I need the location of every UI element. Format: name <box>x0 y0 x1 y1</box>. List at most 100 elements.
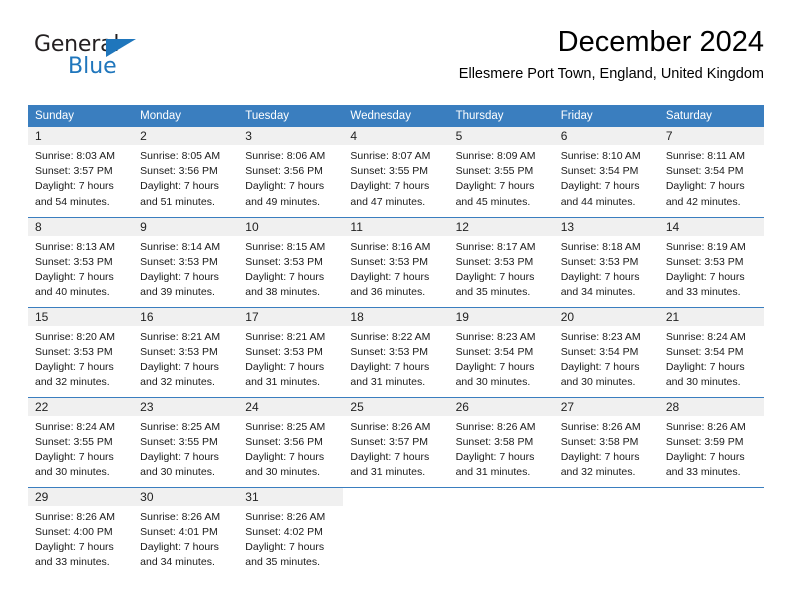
day-sunset-text: Sunset: 3:56 PM <box>245 435 323 448</box>
calendar-day-cell[interactable]: 28 Sunrise: 8:26 AM Sunset: 3:59 PM Dayligh… <box>658 396 764 487</box>
calendar-page: General Blue December 2024 Ellesmere Por… <box>0 0 792 612</box>
calendar-day-cell[interactable]: 30 Sunrise: 8:26 AM Sunset: 4:01 PM Dayligh… <box>133 486 239 577</box>
calendar-day-cell[interactable]: 11 Sunrise: 8:16 AM Sunset: 3:53 PM Dayligh… <box>343 216 449 307</box>
day-sunset-text: Sunset: 3:54 PM <box>560 345 639 358</box>
day-number: 8 <box>28 217 134 236</box>
day-details: Sunrise: 8:21 AM Sunset: 3:53 PM Daylight:… <box>133 326 238 391</box>
day-daylight2-text: and 30 minutes. <box>455 376 531 389</box>
day-number: 1 <box>28 127 134 145</box>
calendar-day-cell[interactable]: 12 Sunrise: 8:17 AM Sunset: 3:53 PM Dayligh… <box>448 216 554 307</box>
day-sunset-text: Sunset: 3:53 PM <box>35 345 113 358</box>
calendar-day-cell[interactable]: 10 Sunrise: 8:15 AM Sunset: 3:53 PM Dayligh… <box>238 216 344 307</box>
day-sunset-text: Sunset: 3:59 PM <box>665 435 744 448</box>
day-details <box>554 506 659 510</box>
calendar-day-cell[interactable]: 13 Sunrise: 8:18 AM Sunset: 3:53 PM Dayligh… <box>553 216 659 307</box>
calendar-day-cell[interactable]: 9 Sunrise: 8:14 AM Sunset: 3:53 PM Daylight… <box>133 216 239 307</box>
day-number: 11 <box>343 217 449 236</box>
calendar-day-cell[interactable]: 16 Sunrise: 8:21 AM Sunset: 3:53 PM Dayligh… <box>133 306 239 397</box>
day-daylight1-text: Daylight: 7 hours <box>140 270 219 283</box>
day-daylight2-text: and 31 minutes. <box>245 376 320 389</box>
day-sunrise-text: Sunrise: 8:14 AM <box>140 240 221 253</box>
day-sunrise-text: Sunrise: 8:26 AM <box>35 510 115 523</box>
day-details <box>343 506 448 510</box>
day-sunrise-text: Sunrise: 8:10 AM <box>560 150 641 162</box>
calendar-day-cell[interactable]: 2 Sunrise: 8:05 AM Sunset: 3:56 PM Daylight… <box>133 127 239 217</box>
calendar-day-cell[interactable]: 6 Sunrise: 8:10 AM Sunset: 3:54 PM Daylight… <box>553 127 659 217</box>
day-daylight1-text: Daylight: 7 hours <box>245 450 325 463</box>
calendar-day-cell[interactable]: 26 Sunrise: 8:26 AM Sunset: 3:58 PM Dayligh… <box>448 396 554 487</box>
day-details: Sunrise: 8:13 AM Sunset: 3:53 PM Daylight:… <box>28 236 133 301</box>
calendar-day-cell[interactable]: 27 Sunrise: 8:26 AM Sunset: 3:58 PM Dayligh… <box>553 396 659 487</box>
day-details: Sunrise: 8:21 AM Sunset: 3:53 PM Daylight:… <box>238 326 343 391</box>
calendar-day-cell[interactable]: 20 Sunrise: 8:23 AM Sunset: 3:54 PM Dayligh… <box>553 306 659 397</box>
calendar-day-cell[interactable]: 21 Sunrise: 8:24 AM Sunset: 3:54 PM Dayligh… <box>658 306 764 397</box>
day-daylight1-text: Daylight: 7 hours <box>455 270 535 283</box>
day-daylight2-text: and 35 minutes. <box>455 286 531 299</box>
calendar-day-cell[interactable]: 19 Sunrise: 8:23 AM Sunset: 3:54 PM Dayligh… <box>448 306 554 397</box>
day-number <box>449 488 554 506</box>
calendar-day-cell[interactable]: 18 Sunrise: 8:22 AM Sunset: 3:53 PM Dayligh… <box>343 306 449 397</box>
page-title: December 2024 <box>557 26 764 58</box>
day-daylight2-text: and 45 minutes. <box>455 195 531 208</box>
day-sunrise-text: Sunrise: 8:05 AM <box>140 150 221 162</box>
day-details: Sunrise: 8:22 AM Sunset: 3:53 PM Daylight:… <box>343 326 448 391</box>
calendar-day-cell[interactable]: 23 Sunrise: 8:25 AM Sunset: 3:55 PM Dayligh… <box>133 396 239 487</box>
day-details: Sunrise: 8:05 AM Sunset: 3:56 PM Daylight:… <box>133 145 238 210</box>
day-daylight1-text: Daylight: 7 hours <box>665 360 745 373</box>
day-details: Sunrise: 8:26 AM Sunset: 3:58 PM Daylight:… <box>449 416 554 481</box>
day-sunrise-text: Sunrise: 8:24 AM <box>665 330 746 343</box>
day-daylight1-text: Daylight: 7 hours <box>245 540 325 553</box>
calendar-body: 1 Sunrise: 8:03 AM Sunset: 3:57 PM Daylight… <box>28 127 764 577</box>
day-number <box>343 488 448 506</box>
day-sunrise-text: Sunrise: 8:26 AM <box>140 510 221 523</box>
calendar-day-cell-empty <box>448 486 554 577</box>
calendar-day-cell[interactable]: 1 Sunrise: 8:03 AM Sunset: 3:57 PM Daylight… <box>28 127 134 217</box>
day-daylight1-text: Daylight: 7 hours <box>455 360 535 373</box>
day-details: Sunrise: 8:24 AM Sunset: 3:55 PM Daylight:… <box>28 416 133 481</box>
day-daylight2-text: and 32 minutes. <box>35 376 110 389</box>
day-number: 16 <box>133 307 239 326</box>
day-daylight2-text: and 40 minutes. <box>35 286 110 299</box>
calendar-day-cell[interactable]: 8 Sunrise: 8:13 AM Sunset: 3:53 PM Daylight… <box>28 216 134 307</box>
calendar-day-cell[interactable]: 4 Sunrise: 8:07 AM Sunset: 3:55 PM Daylight… <box>343 127 449 217</box>
day-daylight2-text: and 30 minutes. <box>140 466 215 479</box>
day-details: Sunrise: 8:11 AM Sunset: 3:54 PM Daylight:… <box>659 145 764 210</box>
day-number: 17 <box>238 307 344 326</box>
day-details: Sunrise: 8:19 AM Sunset: 3:53 PM Daylight:… <box>659 236 764 301</box>
calendar-day-cell[interactable]: 24 Sunrise: 8:25 AM Sunset: 3:56 PM Dayligh… <box>238 396 344 487</box>
calendar-day-cell[interactable]: 3 Sunrise: 8:06 AM Sunset: 3:56 PM Daylight… <box>238 127 344 217</box>
weekday-header-saturday: Saturday <box>658 105 764 127</box>
calendar-day-cell-empty <box>658 486 764 577</box>
calendar-week-row: 8 Sunrise: 8:13 AM Sunset: 3:53 PM Daylight… <box>28 216 764 307</box>
day-daylight1-text: Daylight: 7 hours <box>665 450 745 463</box>
day-daylight1-text: Daylight: 7 hours <box>140 540 219 553</box>
day-number: 24 <box>238 397 344 416</box>
day-number: 27 <box>553 397 659 416</box>
day-daylight1-text: Daylight: 7 hours <box>35 270 114 283</box>
calendar-day-cell[interactable]: 5 Sunrise: 8:09 AM Sunset: 3:55 PM Daylight… <box>448 127 554 217</box>
calendar-day-cell[interactable]: 29 Sunrise: 8:26 AM Sunset: 4:00 PM Dayligh… <box>28 486 134 577</box>
day-details: Sunrise: 8:14 AM Sunset: 3:53 PM Daylight:… <box>133 236 238 301</box>
calendar-day-cell[interactable]: 31 Sunrise: 8:26 AM Sunset: 4:02 PM Dayligh… <box>238 486 344 577</box>
day-sunrise-text: Sunrise: 8:21 AM <box>245 330 326 343</box>
day-details: Sunrise: 8:23 AM Sunset: 3:54 PM Daylight:… <box>449 326 554 391</box>
calendar-day-cell[interactable]: 7 Sunrise: 8:11 AM Sunset: 3:54 PM Daylight… <box>658 127 764 217</box>
weekday-header-sunday: Sunday <box>28 105 134 127</box>
calendar-week-row: 29 Sunrise: 8:26 AM Sunset: 4:00 PM Dayligh… <box>28 486 764 577</box>
calendar-day-cell[interactable]: 25 Sunrise: 8:26 AM Sunset: 3:57 PM Dayligh… <box>343 396 449 487</box>
day-daylight2-text: and 35 minutes. <box>245 556 320 569</box>
day-sunrise-text: Sunrise: 8:07 AM <box>350 150 431 162</box>
day-details: Sunrise: 8:07 AM Sunset: 3:55 PM Daylight:… <box>343 145 448 210</box>
day-daylight2-text: and 36 minutes. <box>350 286 426 299</box>
calendar-day-cell[interactable]: 17 Sunrise: 8:21 AM Sunset: 3:53 PM Dayligh… <box>238 306 344 397</box>
day-sunset-text: Sunset: 3:56 PM <box>140 165 218 178</box>
calendar-day-cell[interactable]: 14 Sunrise: 8:19 AM Sunset: 3:53 PM Dayligh… <box>658 216 764 307</box>
day-number <box>659 488 764 506</box>
day-number: 4 <box>343 127 449 145</box>
day-sunset-text: Sunset: 3:53 PM <box>35 255 113 268</box>
calendar-day-cell[interactable]: 22 Sunrise: 8:24 AM Sunset: 3:55 PM Dayligh… <box>28 396 134 487</box>
calendar-day-cell[interactable]: 15 Sunrise: 8:20 AM Sunset: 3:53 PM Dayligh… <box>28 306 134 397</box>
day-details: Sunrise: 8:26 AM Sunset: 3:57 PM Daylight:… <box>343 416 448 481</box>
day-details: Sunrise: 8:26 AM Sunset: 3:58 PM Daylight:… <box>554 416 659 481</box>
day-number: 14 <box>658 217 764 236</box>
